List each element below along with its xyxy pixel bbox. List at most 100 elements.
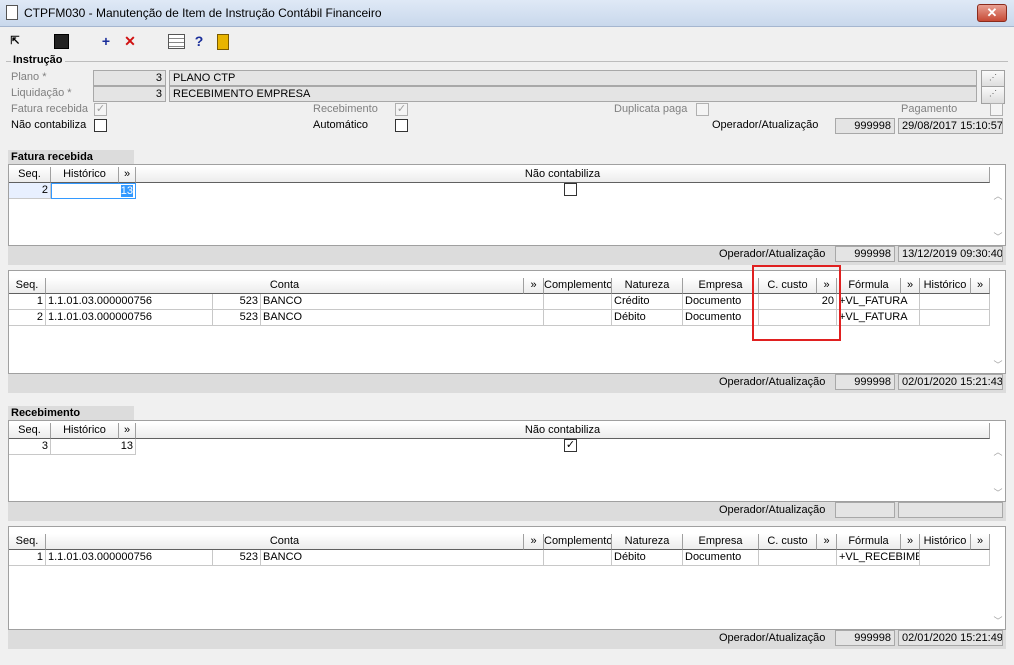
- fatura-contas-scrollbar[interactable]: ﹀: [991, 278, 1005, 372]
- complemento-cell[interactable]: [544, 310, 612, 326]
- col-nao-contabiliza[interactable]: Não contabiliza: [136, 423, 990, 439]
- save-icon[interactable]: [52, 32, 70, 50]
- recebimento-checkbox[interactable]: ✓: [395, 103, 408, 116]
- automatico-checkbox[interactable]: [395, 119, 408, 132]
- empresa-cell[interactable]: Documento: [683, 310, 759, 326]
- nao-contabiliza-checkbox[interactable]: [94, 119, 107, 132]
- recebimento-nao-contabiliza-checkbox[interactable]: ✓: [564, 439, 577, 452]
- complemento-cell[interactable]: [544, 294, 612, 310]
- operador-field: 999998: [835, 118, 895, 134]
- recebimento-contas-grid: Seq. Conta » Complemento Natureza Empres…: [8, 526, 1006, 630]
- liquidacao-lookup-button[interactable]: ⋰: [981, 86, 1005, 104]
- conta-cod-cell[interactable]: 523: [213, 310, 261, 326]
- liquidacao-label: Liquidação *: [11, 87, 72, 99]
- empresa-cell[interactable]: Documento: [683, 550, 759, 566]
- col-historico[interactable]: Histórico: [51, 423, 119, 439]
- plano-label: Plano *: [11, 71, 47, 83]
- col-seq[interactable]: Seq.: [9, 423, 51, 439]
- pagamento-label: Pagamento: [901, 103, 958, 115]
- conta-cod-cell[interactable]: 523: [213, 294, 261, 310]
- col-more[interactable]: »: [971, 278, 990, 294]
- complemento-cell[interactable]: [544, 550, 612, 566]
- recebimento-section-title: Recebimento: [8, 406, 134, 420]
- fatura-contas-operador-field: 999998: [835, 374, 895, 390]
- document-icon: [6, 5, 18, 20]
- col-ccusto[interactable]: C. custo: [759, 534, 817, 550]
- col-seq[interactable]: Seq.: [9, 167, 51, 183]
- plano-code-field[interactable]: 3: [93, 70, 166, 86]
- col-more[interactable]: »: [119, 167, 136, 183]
- col-seq[interactable]: Seq.: [9, 278, 46, 294]
- seq-cell[interactable]: 2: [9, 310, 46, 326]
- col-empresa[interactable]: Empresa: [683, 534, 759, 550]
- formula-cell[interactable]: +VL_RECEBIMEN: [837, 550, 920, 566]
- duplicata-paga-label: Duplicata paga: [614, 103, 688, 115]
- col-nao-contabiliza[interactable]: Não contabiliza: [136, 167, 990, 183]
- formula-cell[interactable]: +VL_FATURA: [837, 310, 920, 326]
- col-seq[interactable]: Seq.: [9, 534, 46, 550]
- door-icon[interactable]: [214, 32, 232, 50]
- empresa-cell[interactable]: Documento: [683, 294, 759, 310]
- col-natureza[interactable]: Natureza: [612, 534, 683, 550]
- recebimento-scrollbar[interactable]: ︿ ﹀: [991, 439, 1005, 499]
- col-formula[interactable]: Fórmula: [837, 534, 901, 550]
- highlight-box: [752, 265, 841, 341]
- help-icon[interactable]: ?: [190, 32, 208, 50]
- liquidacao-code-field[interactable]: 3: [93, 86, 166, 102]
- col-complemento[interactable]: Complemento: [544, 278, 612, 294]
- recebimento-atualizacao-field: [898, 502, 1003, 518]
- fatura-recebida-checkbox[interactable]: ✓: [94, 103, 107, 116]
- col-more[interactable]: »: [524, 534, 544, 550]
- col-conta[interactable]: Conta: [46, 278, 524, 294]
- fatura-nao-contabiliza-checkbox[interactable]: [564, 183, 577, 196]
- recebimento-historico-cell[interactable]: 13: [51, 439, 136, 455]
- ccusto-cell[interactable]: [759, 550, 837, 566]
- fatura-scrollbar[interactable]: ︿ ﹀: [991, 183, 1005, 243]
- conta-cod-cell[interactable]: 523: [213, 550, 261, 566]
- pagamento-checkbox[interactable]: [990, 103, 1003, 116]
- delete-icon[interactable]: ✕: [121, 32, 139, 50]
- conta-nome-cell[interactable]: BANCO: [261, 550, 544, 566]
- formula-cell[interactable]: +VL_FATURA: [837, 294, 920, 310]
- col-more[interactable]: »: [901, 534, 920, 550]
- exit-icon[interactable]: ⇱: [6, 32, 24, 50]
- close-button[interactable]: ✕: [977, 4, 1007, 22]
- col-historico[interactable]: Histórico: [51, 167, 119, 183]
- recebimento-seq-cell[interactable]: 3: [9, 439, 51, 455]
- fatura-historico-cell[interactable]: 13: [51, 183, 136, 199]
- natureza-cell[interactable]: Débito: [612, 310, 683, 326]
- fatura-section-title: Fatura recebida: [8, 150, 134, 164]
- fatura-operador-label: Operador/Atualização: [719, 248, 826, 260]
- col-complemento[interactable]: Complemento: [544, 534, 612, 550]
- conta-nome-cell[interactable]: BANCO: [261, 310, 544, 326]
- col-historico[interactable]: Histórico: [920, 278, 971, 294]
- col-natureza[interactable]: Natureza: [612, 278, 683, 294]
- add-icon[interactable]: +: [97, 32, 115, 50]
- col-empresa[interactable]: Empresa: [683, 278, 759, 294]
- calendar-icon[interactable]: [167, 32, 185, 50]
- conta-nome-cell[interactable]: BANCO: [261, 294, 544, 310]
- seq-cell[interactable]: 1: [9, 550, 46, 566]
- conta-cell[interactable]: 1.1.01.03.000000756: [46, 294, 213, 310]
- col-more[interactable]: »: [119, 423, 136, 439]
- fatura-seq-cell[interactable]: 2: [9, 183, 51, 199]
- recebimento-contas-operador-field: 999998: [835, 630, 895, 646]
- natureza-cell[interactable]: Débito: [612, 550, 683, 566]
- col-more[interactable]: »: [817, 534, 837, 550]
- col-more[interactable]: »: [901, 278, 920, 294]
- historico-cell[interactable]: [920, 550, 990, 566]
- duplicata-paga-checkbox[interactable]: [696, 103, 709, 116]
- recebimento-contas-scrollbar[interactable]: ﹀: [991, 534, 1005, 628]
- historico-cell[interactable]: [920, 294, 990, 310]
- recebimento-contas-atualizacao-field: 02/01/2020 15:21:49: [898, 630, 1003, 646]
- col-conta[interactable]: Conta: [46, 534, 524, 550]
- seq-cell[interactable]: 1: [9, 294, 46, 310]
- col-formula[interactable]: Fórmula: [837, 278, 901, 294]
- conta-cell[interactable]: 1.1.01.03.000000756: [46, 550, 213, 566]
- historico-cell[interactable]: [920, 310, 990, 326]
- col-more[interactable]: »: [524, 278, 544, 294]
- conta-cell[interactable]: 1.1.01.03.000000756: [46, 310, 213, 326]
- natureza-cell[interactable]: Crédito: [612, 294, 683, 310]
- col-historico[interactable]: Histórico: [920, 534, 971, 550]
- col-more[interactable]: »: [971, 534, 990, 550]
